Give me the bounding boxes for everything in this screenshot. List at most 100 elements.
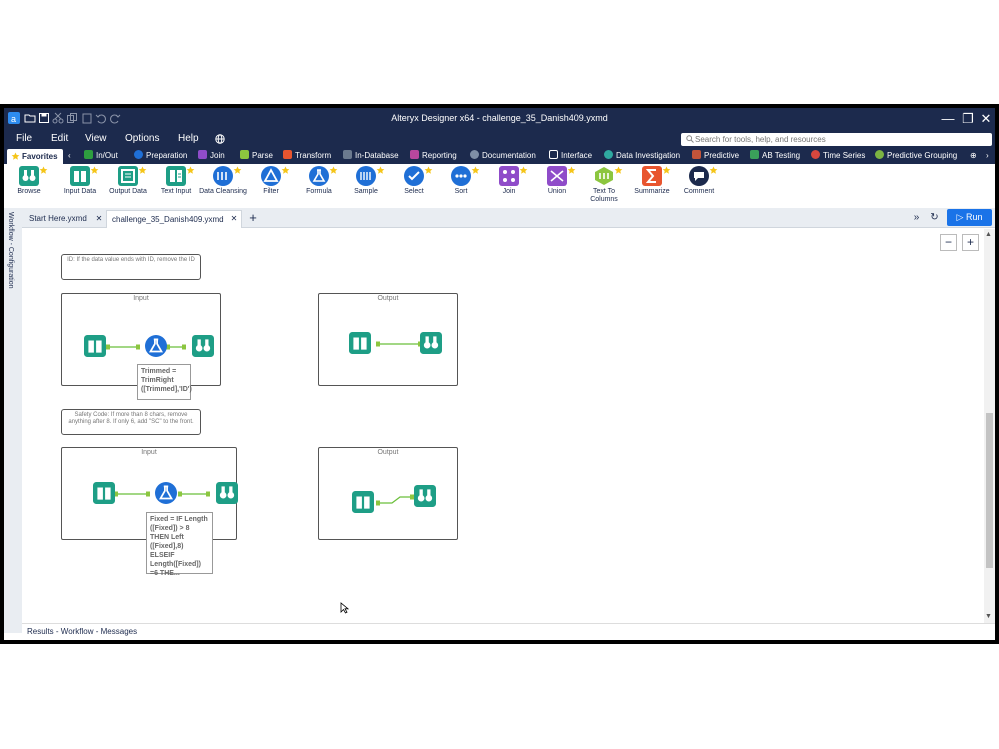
scrollbar-thumb[interactable]	[986, 413, 993, 568]
favorites-label: Favorites	[22, 152, 58, 161]
input-data-node[interactable]	[93, 482, 115, 504]
comment-box[interactable]: ID: If the data value ends with ID, remo…	[61, 254, 201, 280]
container-title: Input	[141, 449, 157, 456]
side-panel-label[interactable]: Workflow - Configuration	[7, 212, 14, 289]
category-preparation[interactable]: Preparation	[134, 150, 187, 162]
play-icon: ▷	[956, 212, 966, 222]
browse-node[interactable]	[420, 332, 442, 354]
input-data-node[interactable]	[84, 335, 106, 357]
tool-union[interactable]: Union	[532, 166, 582, 196]
menu-edit[interactable]: Edit	[51, 133, 68, 144]
search-input[interactable]	[681, 133, 992, 146]
tool-join[interactable]: Join	[484, 166, 534, 196]
tool-filter[interactable]: Filter	[246, 166, 296, 196]
favorite-star-icon[interactable]	[233, 166, 242, 175]
category-time-series[interactable]: Time Series	[811, 150, 865, 162]
category-in-out[interactable]: In/Out	[84, 150, 118, 162]
formula-node[interactable]	[155, 482, 177, 504]
favorite-star-icon[interactable]	[424, 166, 433, 175]
favorite-star-icon[interactable]	[281, 166, 290, 175]
favorite-star-icon[interactable]	[614, 166, 623, 175]
tool-summarize[interactable]: Summarize	[627, 166, 677, 196]
scroll-up-icon[interactable]: ▲	[985, 231, 992, 238]
category-predictive[interactable]: Predictive	[692, 150, 739, 162]
tab-challenge-35[interactable]: challenge_35_Danish409.yxmd	[106, 210, 242, 228]
tool-select[interactable]: Select	[389, 166, 439, 196]
category-interface[interactable]: Interface	[549, 150, 592, 162]
menu-file[interactable]: File	[16, 133, 32, 144]
browse-node[interactable]	[414, 485, 436, 507]
category-join[interactable]: Join	[198, 150, 225, 162]
favorite-star-icon[interactable]	[519, 166, 528, 175]
favorite-star-icon[interactable]	[709, 166, 718, 175]
tool-label: Input Data	[63, 188, 97, 195]
results-panel-bar[interactable]: Results - Workflow - Messages	[22, 623, 995, 640]
menu-help[interactable]: Help	[178, 133, 199, 144]
comment-bubble-icon	[689, 166, 709, 186]
tool-browse[interactable]: Browse	[4, 166, 54, 196]
favorite-star-icon[interactable]	[329, 166, 338, 175]
menu-bar: File Edit View Options Help	[4, 130, 995, 148]
app-window: a Alteryx Designer x64 - challenge_35_Da…	[4, 108, 995, 640]
results-label: Results - Workflow - Messages	[27, 627, 138, 636]
favorite-star-icon[interactable]	[567, 166, 576, 175]
menu-options[interactable]: Options	[125, 133, 159, 144]
favorite-star-icon[interactable]	[662, 166, 671, 175]
input-data-node[interactable]	[352, 491, 374, 513]
close-tab-icon[interactable]: ✕	[228, 210, 240, 228]
zoom-out-button[interactable]: −	[940, 234, 957, 251]
container-title: Output	[377, 295, 399, 302]
tool-comment[interactable]: Comment	[674, 166, 724, 196]
favorite-star-icon[interactable]	[138, 166, 147, 175]
expand-panel-icon[interactable]: »	[909, 209, 924, 227]
run-button[interactable]: ▷ Run	[947, 209, 992, 226]
formula-node[interactable]	[145, 335, 167, 357]
category-data-investigation[interactable]: Data Investigation	[604, 150, 680, 162]
category-transform[interactable]: Transform	[283, 150, 331, 162]
tool-input-data[interactable]: Input Data	[55, 166, 105, 196]
formula-annotation: Fixed = IF Length ([Fixed]) > 8 THEN Lef…	[146, 512, 213, 577]
browse-node[interactable]	[192, 335, 214, 357]
tool-text-input[interactable]: Text Input	[151, 166, 201, 196]
chevron-left-icon[interactable]: ‹	[68, 150, 71, 162]
comment-box[interactable]: Safety Code: If more than 8 chars, remov…	[61, 409, 201, 435]
favorite-star-icon[interactable]	[90, 166, 99, 175]
new-tab-icon[interactable]: +	[244, 209, 262, 227]
favorite-star-icon[interactable]	[39, 166, 48, 175]
globe-icon[interactable]	[215, 134, 225, 144]
tool-label: Text To Columns	[590, 188, 618, 203]
tool-label: Sort	[454, 188, 468, 195]
favorite-star-icon[interactable]	[471, 166, 480, 175]
category-documentation[interactable]: Documentation	[470, 150, 536, 162]
tool-sample[interactable]: Sample	[341, 166, 391, 196]
category-predictive-grouping[interactable]: Predictive Grouping	[875, 150, 957, 162]
tool-sort[interactable]: Sort	[436, 166, 486, 196]
minimize-icon[interactable]: —	[939, 110, 957, 128]
tool-text-to-columns[interactable]: Text To Columns	[579, 166, 629, 204]
chevron-right-icon[interactable]: ›	[986, 150, 989, 162]
category-reporting[interactable]: Reporting	[410, 150, 457, 162]
restore-icon[interactable]: ❐	[959, 110, 977, 128]
category-in-database[interactable]: In-Database	[343, 150, 399, 162]
tool-data-cleansing[interactable]: Data Cleansing	[198, 166, 248, 196]
favorite-star-icon[interactable]	[186, 166, 195, 175]
tool-output-data[interactable]: Output Data	[103, 166, 153, 196]
tool-label: Text Input	[160, 188, 192, 195]
scroll-down-icon[interactable]: ▼	[985, 613, 992, 620]
close-icon[interactable]: ✕	[977, 110, 995, 128]
workflow-canvas[interactable]: − + ID: If the data value ends with ID, …	[22, 229, 984, 623]
menu-view[interactable]: View	[85, 133, 107, 144]
tool-formula[interactable]: Formula	[294, 166, 344, 196]
favorite-star-icon[interactable]	[376, 166, 385, 175]
category-ab-testing[interactable]: AB Testing	[750, 150, 800, 162]
history-icon[interactable]: ↻	[927, 209, 942, 227]
tab-label: Start Here.yxmd	[29, 214, 87, 223]
zoom-in-button[interactable]: +	[962, 234, 979, 251]
category-parse[interactable]: Parse	[240, 150, 273, 162]
add-category-icon[interactable]: ⊕	[970, 150, 977, 162]
close-tab-icon[interactable]: ✕	[93, 210, 105, 228]
input-data-node[interactable]	[349, 332, 371, 354]
browse-node[interactable]	[216, 482, 238, 504]
screen-frame: a Alteryx Designer x64 - challenge_35_Da…	[0, 104, 999, 644]
tool-label: Union	[547, 188, 567, 195]
